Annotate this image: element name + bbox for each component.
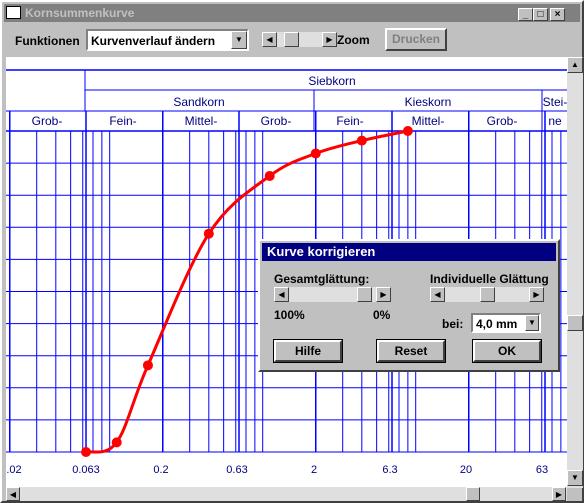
title-bar: Kornsummenkurve _ □ × xyxy=(4,4,580,22)
steine-label: Stei- xyxy=(543,95,567,109)
mittel-label-1: Mittel- xyxy=(185,114,218,128)
minimize-icon[interactable]: _ xyxy=(518,8,533,21)
indiv-slider[interactable]: ◀ ▶ xyxy=(430,287,544,303)
funktionen-label: Funktionen xyxy=(15,34,80,48)
horizontal-scrollbar[interactable]: ◀ ▶ xyxy=(6,487,567,501)
scroll-right-icon[interactable]: ▶ xyxy=(552,487,566,501)
curve-point[interactable] xyxy=(111,437,122,448)
zoom-thumb[interactable] xyxy=(284,32,299,47)
x-tick: 0.2 xyxy=(153,464,168,476)
ok-button[interactable]: OK xyxy=(472,339,542,363)
x-tick: 63 xyxy=(536,464,548,476)
x-tick: 0.063 xyxy=(72,464,100,476)
drucken-button[interactable]: Drucken xyxy=(385,28,447,51)
curve-point[interactable] xyxy=(356,135,367,146)
dialog-title: Kurve korrigieren xyxy=(267,244,376,259)
scroll-right-icon[interactable]: ▶ xyxy=(529,287,544,302)
vertical-scrollbar[interactable]: ▲ ▼ xyxy=(567,57,583,488)
kurve-korrigieren-dialog: Kurve korrigieren Gesamtglättung: Indivi… xyxy=(258,239,560,372)
scroll-up-icon[interactable]: ▲ xyxy=(567,57,583,73)
steine-label-2: ne xyxy=(548,114,562,128)
scroll-right-icon[interactable]: ▶ xyxy=(322,32,337,47)
funktionen-combo[interactable]: Kurvenverlauf ändern ▼ xyxy=(86,29,249,51)
scroll-right-icon[interactable]: ▶ xyxy=(376,287,391,302)
hscroll-thumb[interactable] xyxy=(466,487,480,501)
bei-value: 4,0 mm xyxy=(476,317,518,331)
x-tick: .02 xyxy=(6,464,21,476)
reset-button[interactable]: Reset xyxy=(376,339,446,363)
grob-label-1: Grob- xyxy=(32,114,63,128)
gesamt-label: Gesamtglättung: xyxy=(274,272,370,286)
curve-point[interactable] xyxy=(402,126,413,136)
bei-label: bei: xyxy=(442,317,464,331)
fein-label-1: Fein- xyxy=(109,114,136,128)
x-tick: 20 xyxy=(460,464,472,476)
fein-label-2: Fein- xyxy=(336,114,363,128)
x-tick: 2 xyxy=(311,464,317,476)
siebkorn-label: Siebkorn xyxy=(308,74,355,88)
scroll-left-icon[interactable]: ◀ xyxy=(274,287,289,302)
chevron-down-icon[interactable]: ▼ xyxy=(231,31,247,49)
chevron-down-icon[interactable]: ▼ xyxy=(525,315,539,331)
scroll-left-icon[interactable]: ◀ xyxy=(430,287,445,302)
zoom-label: Zoom xyxy=(337,33,370,47)
bei-combo[interactable]: 4,0 mm ▼ xyxy=(471,313,541,333)
indiv-label: Individuelle Glättung xyxy=(430,272,549,286)
close-icon[interactable]: × xyxy=(550,8,565,21)
hilfe-button[interactable]: Hilfe xyxy=(273,339,343,363)
pct-0-label: 0% xyxy=(373,308,391,322)
x-tick: 6.3 xyxy=(382,464,397,476)
window-title: Kornsummenkurve xyxy=(25,6,135,20)
zoom-scrollbar[interactable]: ◀ ▶ xyxy=(262,32,337,48)
x-tick-labels: .02 0.063 0.2 0.63 2 6.3 20 63 xyxy=(6,464,548,476)
toolbar: Funktionen Kurvenverlauf ändern ▼ ◀ ▶ Zo… xyxy=(4,23,580,57)
scroll-left-icon[interactable]: ◀ xyxy=(262,32,277,47)
vscroll-thumb[interactable] xyxy=(567,315,583,331)
kieskorn-label: Kieskorn xyxy=(405,95,452,109)
grob-label-3: Grob- xyxy=(487,114,518,128)
curve-point[interactable] xyxy=(203,228,214,239)
curve-point[interactable] xyxy=(142,360,153,371)
chart-headers: Siebkorn Sandkorn Kieskorn Stei- Grob- F… xyxy=(32,74,567,128)
pct-100-label: 100% xyxy=(274,308,305,322)
funktionen-combo-value: Kurvenverlauf ändern xyxy=(91,34,216,48)
gesamt-thumb[interactable] xyxy=(357,287,373,302)
maximize-icon[interactable]: □ xyxy=(533,8,548,21)
scroll-down-icon[interactable]: ▼ xyxy=(567,470,583,486)
sandkorn-label: Sandkorn xyxy=(173,95,224,109)
curve-point[interactable] xyxy=(264,170,275,181)
indiv-thumb[interactable] xyxy=(479,287,495,302)
scroll-left-icon[interactable]: ◀ xyxy=(6,487,20,501)
mittel-label-2: Mittel- xyxy=(412,114,445,128)
dialog-title-bar: Kurve korrigieren xyxy=(262,243,556,261)
app-icon[interactable] xyxy=(6,6,21,19)
gesamt-slider[interactable]: ◀ ▶ xyxy=(274,287,391,303)
curve-point[interactable] xyxy=(310,148,321,159)
curve-point[interactable] xyxy=(81,447,91,457)
x-tick: 0.63 xyxy=(226,464,247,476)
grob-label-2: Grob- xyxy=(261,114,292,128)
